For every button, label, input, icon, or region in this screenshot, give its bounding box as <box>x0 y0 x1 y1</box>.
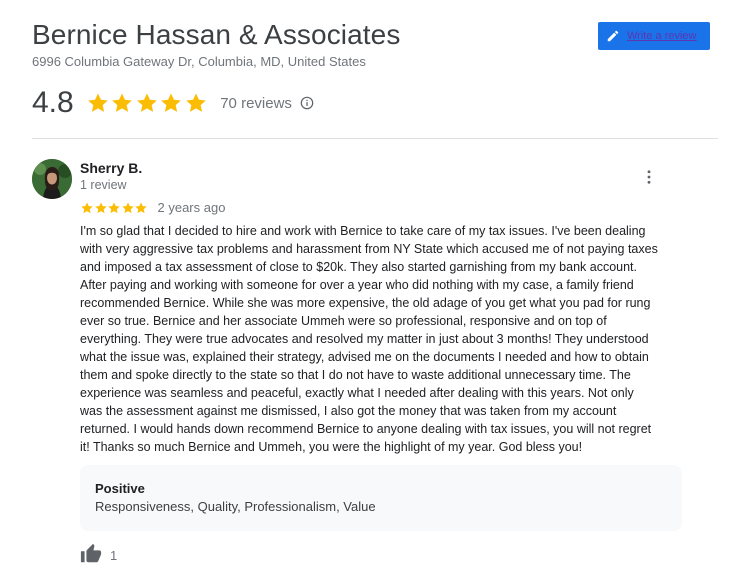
review-text-line: ever so true. Bernice and her associate … <box>80 314 607 328</box>
thumb-up-icon[interactable] <box>80 543 102 565</box>
rating-stars <box>86 91 209 115</box>
more-options-button[interactable] <box>638 166 660 188</box>
star-icon <box>161 93 182 112</box>
reviewer-name[interactable]: Sherry B. <box>80 160 142 176</box>
star-icon <box>185 93 206 112</box>
star-icon <box>121 201 134 213</box>
review-text-line: returned. I would hands down recommend B… <box>80 422 652 436</box>
review-text-line: After paying and working with someone fo… <box>80 278 634 292</box>
reviewer-review-count: 1 review <box>80 178 127 192</box>
business-name: Bernice Hassan & Associates <box>32 19 401 50</box>
highlights-title: Positive <box>95 481 145 496</box>
review-text-line: with very aggressive tax problems and ha… <box>80 242 658 256</box>
review-text-line: was the assessment against me dismissed,… <box>80 404 617 418</box>
rating-value: 4.8 <box>32 86 74 119</box>
star-icon <box>135 201 147 213</box>
review-text: I'm so glad that I decided to hire and w… <box>80 222 688 456</box>
star-icon <box>108 201 120 213</box>
rating-summary: 4.8 70 reviews <box>32 86 314 120</box>
star-icon <box>136 93 157 112</box>
review-text-line: them and spoke directly to the state so … <box>80 368 631 382</box>
review-text-line: experience was seamless and peaceful, ex… <box>80 386 634 400</box>
write-review-button[interactable]: Write a review <box>598 22 710 50</box>
star-icon <box>112 93 133 112</box>
pencil-icon <box>606 29 620 43</box>
review-highlights: Positive Responsiveness, Quality, Profes… <box>80 465 682 531</box>
more-vert-icon <box>647 170 651 184</box>
reviews-count[interactable]: 70 reviews <box>220 95 292 112</box>
write-review-label[interactable]: Write a review <box>627 30 696 42</box>
review-text-line: and imposed a tax assessment of close to… <box>80 260 638 274</box>
review-text-line: I'm so glad that I decided to hire and w… <box>80 224 646 238</box>
review-stars <box>80 201 148 215</box>
avatar[interactable] <box>32 159 72 199</box>
review-text-line: what the issue was, explained their stra… <box>80 350 649 364</box>
divider <box>32 138 718 139</box>
info-icon[interactable] <box>300 96 314 110</box>
review-date: 2 years ago <box>157 200 226 215</box>
business-address: 6996 Columbia Gateway Dr, Columbia, MD, … <box>32 54 366 69</box>
review-rating: 2 years ago <box>80 200 225 215</box>
star-icon <box>87 93 108 112</box>
star-icon <box>81 201 93 213</box>
like-count: 1 <box>110 547 118 563</box>
star-icon <box>94 201 107 213</box>
highlights-values: Responsiveness, Quality, Professionalism… <box>95 499 376 514</box>
like-row: 1 <box>80 543 117 565</box>
review-text-line: everything. They were true advocates and… <box>80 332 649 346</box>
review-text-line: it! Thanks so much Bernice and Ummeh, yo… <box>80 440 583 454</box>
review-text-line: recommended Bernice. While she was more … <box>80 296 651 310</box>
